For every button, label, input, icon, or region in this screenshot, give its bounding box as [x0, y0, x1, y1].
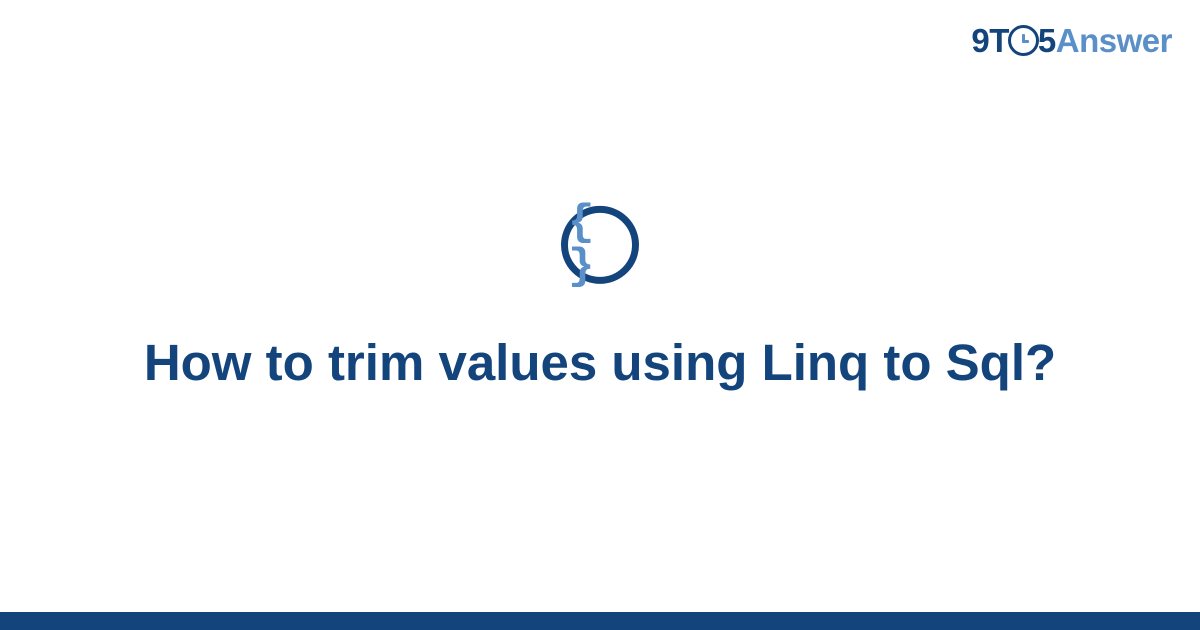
- main-content: { } How to trim values using Linq to Sql…: [0, 206, 1200, 394]
- footer-accent-bar: [0, 612, 1200, 630]
- logo-text-5: 5: [1038, 22, 1056, 59]
- braces-glyph: { }: [568, 201, 632, 289]
- page-title: How to trim values using Linq to Sql?: [144, 332, 1056, 394]
- logo-text-9t: 9T: [971, 22, 1009, 59]
- site-logo[interactable]: 9T 5Answer: [971, 22, 1172, 60]
- logo-text-answer: Answer: [1056, 22, 1172, 59]
- code-braces-icon: { }: [561, 206, 639, 284]
- clock-icon: [1008, 25, 1039, 56]
